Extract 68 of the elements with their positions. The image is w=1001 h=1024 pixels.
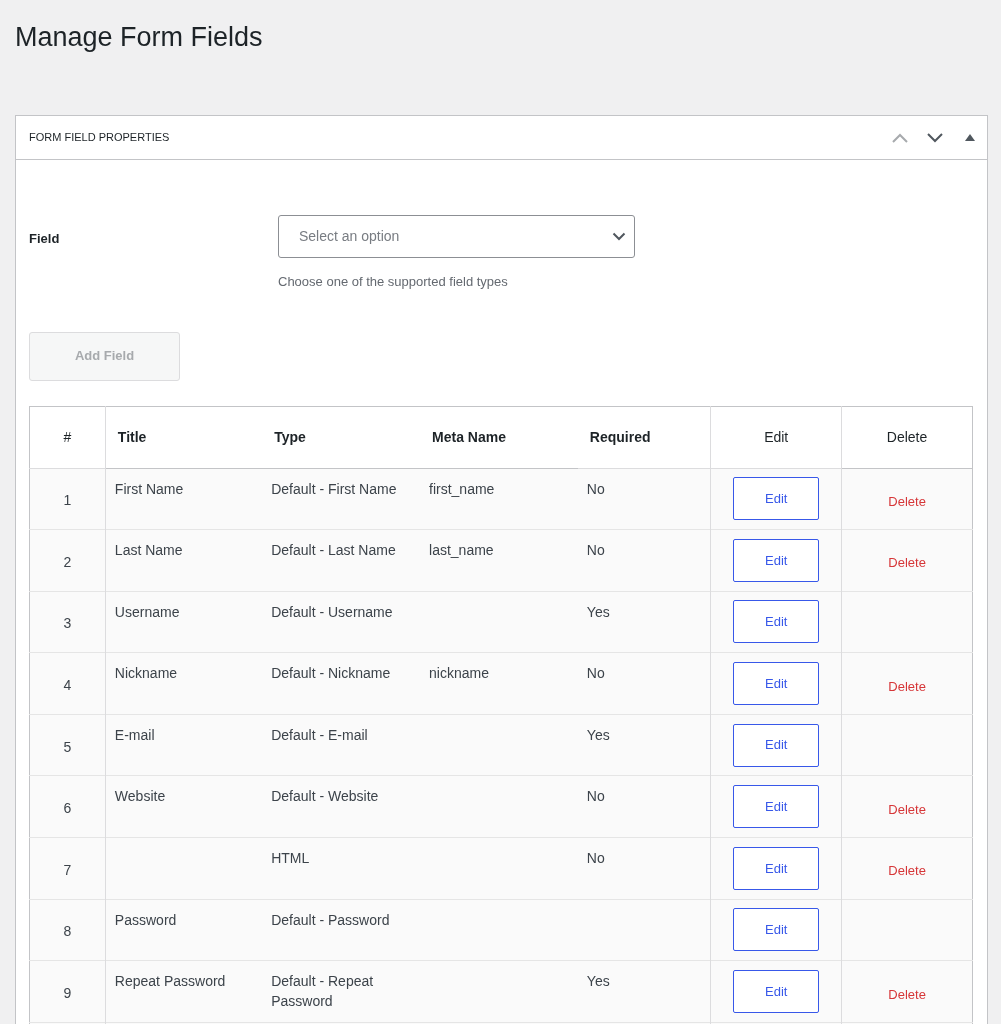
table-cell: Default - First Name	[271, 480, 397, 497]
table-cell: HTML	[271, 850, 310, 867]
table-cell: Repeat Password	[114, 973, 226, 990]
panel-title: FORM FIELD PROPERTIES	[29, 130, 171, 146]
table-cell: Website	[114, 788, 166, 805]
table-cell: No	[586, 665, 605, 682]
column-header: Title	[117, 428, 147, 445]
table-cell: 6	[63, 800, 72, 817]
collapse-toggle-icon[interactable]	[965, 134, 975, 141]
edit-button[interactable]: Edit	[733, 970, 820, 1014]
table-cell: Default - Website	[271, 788, 379, 805]
page-title: Manage Form Fields	[15, 21, 264, 54]
table-cell: Username	[114, 603, 180, 620]
table-cell: Last Name	[114, 542, 183, 559]
edit-button[interactable]: Edit	[733, 785, 820, 829]
table-cell: Nickname	[114, 665, 178, 682]
table-cell: No	[586, 542, 605, 559]
chevron-down-icon	[612, 232, 626, 241]
delete-link[interactable]: Delete	[888, 493, 926, 509]
column-header: Required	[589, 428, 651, 445]
field-type-dropdown[interactable]: Select an option	[278, 215, 635, 258]
edit-button[interactable]: Edit	[733, 477, 820, 521]
table-cell: 7	[63, 861, 72, 878]
table-cell: Password	[114, 911, 177, 928]
edit-button[interactable]: Edit	[733, 908, 820, 952]
chevron-down-icon[interactable]	[927, 132, 943, 143]
table-cell: 4	[63, 677, 72, 694]
table-cell: Yes	[586, 726, 610, 743]
table-cell: 1	[63, 492, 72, 509]
column-header: Meta Name	[432, 428, 506, 445]
delete-link[interactable]: Delete	[888, 863, 926, 879]
table-cell: Default - E-mail	[271, 726, 368, 743]
table-cell: Default - Password	[271, 911, 390, 928]
table-cell: nickname	[429, 665, 489, 682]
table-cell: first_name	[429, 480, 495, 497]
table-cell: E-mail	[114, 726, 155, 743]
edit-button[interactable]: Edit	[733, 600, 820, 644]
edit-button[interactable]: Edit	[733, 662, 820, 706]
table-cell: 2	[63, 553, 72, 570]
dropdown-placeholder: Select an option	[299, 227, 401, 246]
table-cell: Default - Username	[271, 603, 393, 620]
table-cell: Default - Repeat Password	[271, 973, 374, 1010]
table-cell: last_name	[429, 542, 494, 559]
table-cell: No	[586, 480, 605, 497]
table-cell: 3	[63, 615, 72, 632]
table-cell: Yes	[586, 973, 610, 990]
delete-link[interactable]: Delete	[888, 678, 926, 694]
table-cell: Default - Last Name	[271, 542, 396, 559]
field-hint: Choose one of the supported field types	[278, 273, 509, 291]
column-header: Type	[274, 428, 306, 445]
column-header: #	[63, 428, 72, 445]
column-header: Edit	[764, 428, 789, 445]
delete-link[interactable]: Delete	[888, 801, 926, 817]
field-label: Field	[29, 230, 61, 248]
edit-button[interactable]: Edit	[733, 538, 820, 582]
table-cell: 8	[63, 923, 72, 940]
table-cell: 9	[63, 985, 72, 1002]
delete-link[interactable]: Delete	[888, 986, 926, 1002]
edit-button[interactable]: Edit	[733, 723, 820, 767]
table-cell: Yes	[586, 603, 610, 620]
edit-button[interactable]: Edit	[733, 846, 820, 890]
table-cell: First Name	[114, 480, 184, 497]
column-header: Delete	[886, 428, 928, 445]
table-cell: 5	[63, 738, 72, 755]
delete-link[interactable]: Delete	[888, 555, 926, 571]
table-cell: No	[586, 850, 605, 867]
table-cell: Default - Nickname	[271, 665, 391, 682]
table-cell: No	[586, 788, 605, 805]
